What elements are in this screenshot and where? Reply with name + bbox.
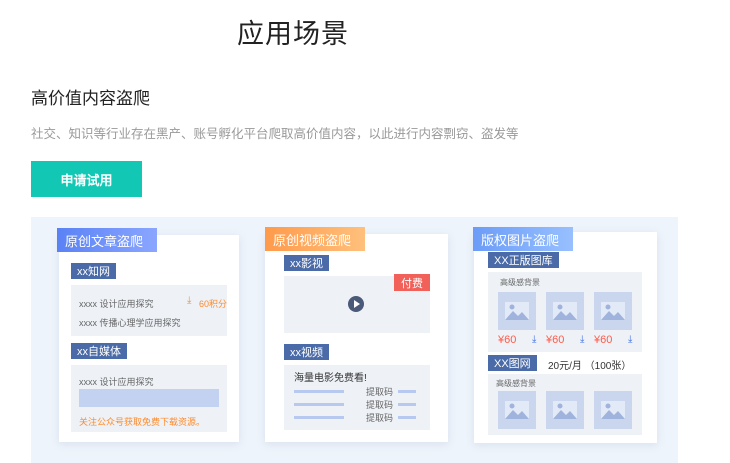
link-bar: [294, 416, 344, 419]
source-tag-zhiwang: xx知网: [71, 263, 116, 279]
download-icon[interactable]: ⤓: [628, 334, 632, 345]
section-description: 社交、知识等行业存在黑产、账号孵化平台爬取高价值内容，以此进行内容剽窃、盗发等: [31, 127, 519, 141]
article-row-1: xxxx 设计应用探究: [79, 299, 154, 309]
image-icon: [546, 391, 584, 429]
subscription-label: 20元/月 （100张）: [548, 361, 632, 372]
link-bar: [294, 390, 344, 393]
page-title: 应用场景: [237, 19, 349, 49]
gallery-panel-2: 高级感背景: [488, 374, 642, 435]
code-bar: [398, 403, 416, 406]
article-row-2: xxxx 传播心理学应用探究: [79, 318, 181, 328]
hd-label-2: 高级感背景: [496, 379, 536, 388]
code-bar: [398, 390, 416, 393]
points-label: 60积分: [199, 299, 228, 309]
image-icon: [546, 292, 584, 330]
image-card-tag: 版权图片盗爬: [473, 227, 573, 251]
article-panel-1: xxxx 设计应用探究 ⤓ 60积分 xxxx 传播心理学应用探究: [71, 285, 227, 336]
source-tag-gallery: XX正版图库: [488, 252, 559, 268]
play-icon[interactable]: [348, 296, 364, 312]
scenario-illustration: xx知网 xxxx 设计应用探究 ⤓ 60积分 xxxx 传播心理学应用探究 x…: [31, 217, 678, 463]
price-label-2: ¥60: [546, 334, 565, 346]
code-bar: [398, 416, 416, 419]
video-card: xx影视 付费 xx视频 海量电影免费看! 提取码 提取码 提取码: [265, 234, 448, 442]
promo-text: 海量电影免费看!: [294, 373, 367, 384]
hd-label-1: 高级感背景: [500, 278, 540, 287]
code-label-2: 提取码: [366, 400, 394, 410]
code-label-1: 提取码: [366, 387, 394, 397]
image-icon: [498, 391, 536, 429]
source-tag-tuwang: XX图网: [488, 355, 537, 371]
article-card: xx知网 xxxx 设计应用探究 ⤓ 60积分 xxxx 传播心理学应用探究 x…: [59, 235, 239, 442]
image-icon: [594, 292, 632, 330]
video-panel-2: 海量电影免费看! 提取码 提取码 提取码: [284, 365, 430, 430]
video-card-tag: 原创视频盗爬: [265, 227, 365, 251]
download-icon[interactable]: ⤓: [532, 334, 536, 345]
gallery-panel-1: 高级感背景 ¥60 ⤓ ¥60 ⤓ ¥60 ⤓: [488, 272, 642, 352]
article-row-3: xxxx 设计应用探究: [79, 377, 154, 387]
download-icon: ⤓: [187, 295, 192, 306]
apply-trial-button[interactable]: 申请试用: [31, 161, 142, 197]
link-bar: [294, 403, 344, 406]
article-card-tag: 原创文章盗爬: [57, 228, 157, 252]
image-card: XX正版图库 高级感背景 ¥60 ⤓ ¥60 ⤓ ¥60 ⤓ XX图网 20元/…: [474, 232, 657, 443]
source-tag-zimeiti: xx自媒体: [71, 343, 127, 359]
source-tag-yingshi: xx影视: [284, 255, 329, 271]
image-icon: [594, 391, 632, 429]
article-panel-2: xxxx 设计应用探究 关注公众号获取免费下载资源。: [71, 365, 227, 432]
price-label-1: ¥60: [498, 334, 517, 346]
source-tag-shipin: xx视频: [284, 344, 329, 360]
article-block-placeholder: [79, 389, 219, 407]
notice-text: 关注公众号获取免费下载资源。: [79, 417, 206, 427]
price-label-3: ¥60: [594, 334, 613, 346]
download-icon[interactable]: ⤓: [580, 334, 584, 345]
code-label-3: 提取码: [366, 413, 394, 423]
paid-badge: 付费: [394, 274, 430, 291]
image-icon: [498, 292, 536, 330]
section-title: 高价值内容盗爬: [31, 89, 150, 108]
